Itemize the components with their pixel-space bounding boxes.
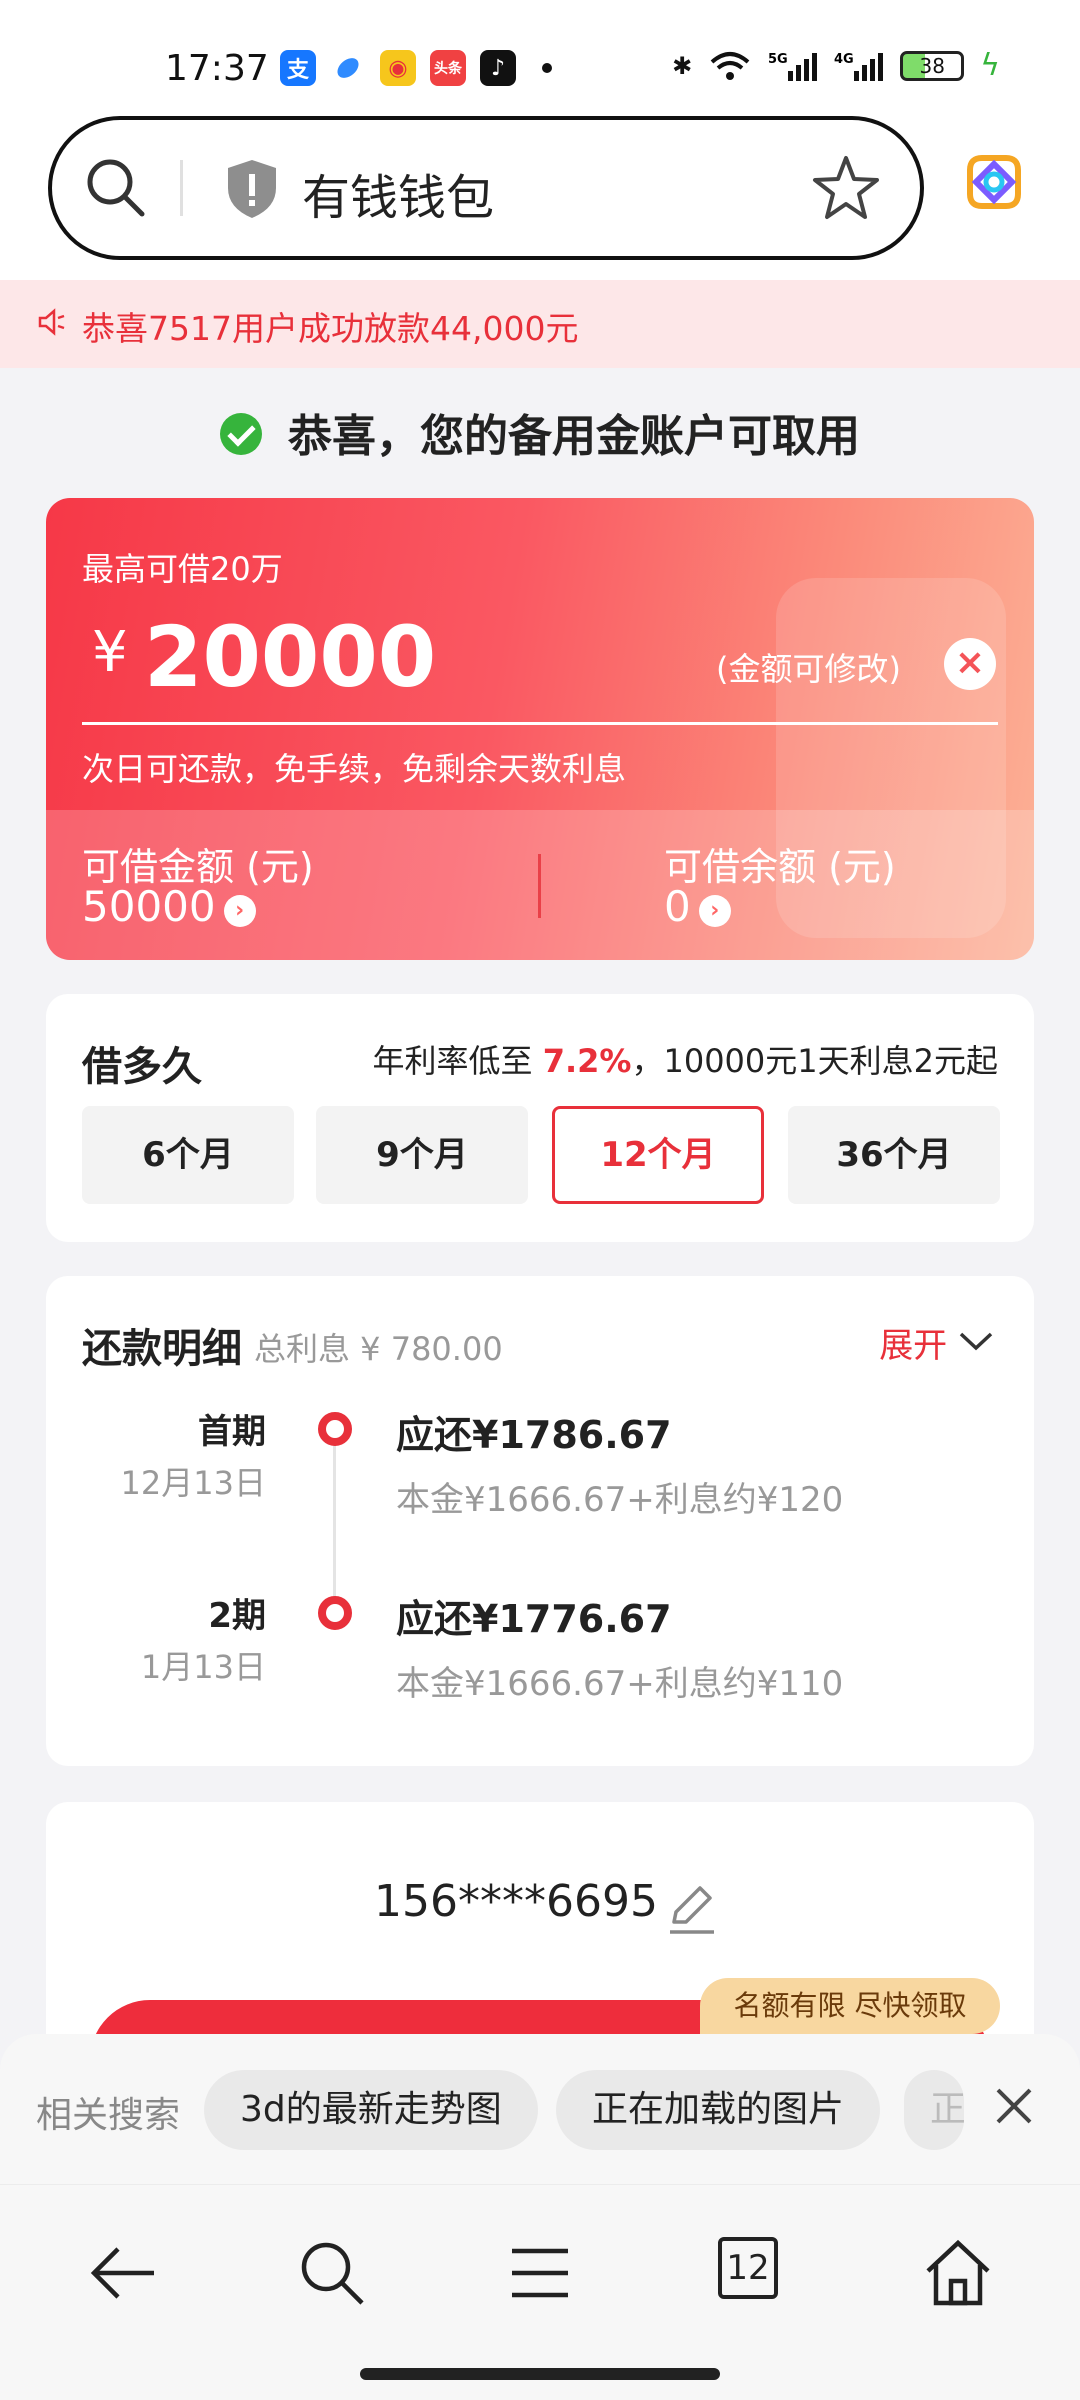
- repayment-details-card: 还款明细 总利息 ¥ 780.00 展开 首期 12月13日 应还¥1786.6…: [46, 1276, 1034, 1766]
- shield-icon[interactable]: [224, 158, 280, 220]
- loan-term-card: 借多久 年利率低至 7.2%，10000元1天利息2元起 6个月 9个月 12个…: [46, 994, 1034, 1242]
- browser-icon: [330, 50, 366, 86]
- app-logo-icon[interactable]: [962, 150, 1026, 214]
- available-amount-value[interactable]: 50000 ›: [82, 882, 256, 931]
- battery-icon: 38: [900, 50, 965, 81]
- loan-amount-input[interactable]: 20000: [144, 608, 436, 706]
- divider: [538, 854, 541, 918]
- status-time: 17:37: [165, 48, 269, 89]
- due-breakdown: 本金¥1666.67+利息约¥120: [396, 1480, 844, 1520]
- close-icon[interactable]: [990, 2082, 1038, 2130]
- related-search-chip[interactable]: 正: [904, 2070, 964, 2150]
- wifi-icon: [710, 51, 750, 80]
- address-bar[interactable]: 有钱钱包: [48, 116, 924, 260]
- period-label: 首期: [198, 1412, 266, 1452]
- chevron-right-icon[interactable]: ›: [223, 895, 256, 927]
- chevron-down-icon: [959, 1332, 993, 1351]
- loan-features: 次日可还款，免手续，免剩余天数利息: [82, 750, 627, 788]
- tiktok-icon: ♪: [480, 50, 516, 86]
- amount-underline: [82, 722, 998, 725]
- signal-5g-icon: 5G: [768, 52, 818, 81]
- due-amount: 应还¥1776.67: [396, 1597, 672, 1641]
- phone-number: 156****6695: [374, 1876, 658, 1927]
- edit-pen-icon[interactable]: [664, 1882, 718, 1936]
- amount-editable-hint: (金额可修改): [716, 650, 901, 688]
- signal-4g-icon: 4G: [834, 52, 884, 81]
- period-date: 1月13日: [140, 1648, 266, 1686]
- success-text: 恭喜，您的备用金账户可取用: [288, 411, 860, 462]
- term-option-9[interactable]: 9个月: [316, 1106, 528, 1204]
- total-interest: 总利息 ¥ 780.00: [254, 1330, 503, 1368]
- back-arrow-icon[interactable]: [88, 2237, 160, 2309]
- search-icon[interactable]: [84, 156, 148, 220]
- repayment-title: 还款明细: [82, 1326, 242, 1372]
- check-icon: [220, 413, 262, 455]
- currency-symbol: ¥: [92, 620, 128, 685]
- notice-text: 恭喜7517用户成功放款44,000元: [82, 309, 579, 348]
- related-search-chip[interactable]: 正在加载的图片: [556, 2070, 881, 2150]
- game-icon: ◉: [380, 50, 416, 86]
- speaker-icon: [38, 308, 65, 336]
- charging-icon: ϟ: [980, 48, 1000, 83]
- star-icon[interactable]: [812, 154, 880, 222]
- toutiao-icon: 头条: [430, 50, 466, 86]
- expand-button[interactable]: 展开: [879, 1318, 994, 1367]
- clear-amount-button[interactable]: ×: [944, 638, 996, 690]
- chevron-right-icon[interactable]: ›: [698, 895, 731, 927]
- svg-text:4G: 4G: [834, 52, 854, 67]
- notice-banner: 恭喜7517用户成功放款44,000元: [0, 280, 1080, 368]
- related-search-label: 相关搜索: [36, 2095, 181, 2136]
- success-message: 恭喜，您的备用金账户可取用: [0, 400, 1080, 464]
- rate-info: 年利率低至 7.2%，10000元1天利息2元起: [372, 1042, 998, 1080]
- due-amount: 应还¥1786.67: [396, 1413, 672, 1457]
- notification-dot: [542, 63, 552, 73]
- term-option-12-selected[interactable]: 12个月: [552, 1106, 764, 1204]
- limited-badge: 名额有限 尽快领取: [700, 1978, 1000, 2034]
- status-right: ✱ 5G 4G 38 ϟ: [672, 48, 1000, 83]
- bluetooth-icon: ✱: [672, 51, 693, 80]
- loan-amount-card: 最高可借20万 ¥ 20000 (金额可修改) × 次日可还款，免手续，免剩余天…: [46, 498, 1034, 960]
- due-breakdown: 本金¥1666.67+利息约¥110: [396, 1664, 844, 1704]
- related-search-chip[interactable]: 3d的最新走势图: [204, 2070, 538, 2150]
- timeline-node: [318, 1596, 352, 1630]
- home-icon[interactable]: [922, 2237, 994, 2309]
- home-indicator[interactable]: [360, 2368, 720, 2380]
- term-title: 借多久: [82, 1044, 202, 1090]
- alipay-icon: 支: [280, 50, 316, 86]
- period-label: 2期: [208, 1596, 266, 1636]
- timeline-node: [318, 1412, 352, 1446]
- period-date: 12月13日: [120, 1464, 266, 1502]
- divider: [180, 160, 183, 216]
- term-option-36[interactable]: 36个月: [788, 1106, 1000, 1204]
- svg-text:5G: 5G: [768, 52, 788, 67]
- status-app-icons: 支 ◉ 头条 ♪: [280, 50, 552, 86]
- max-limit-label: 最高可借20万: [82, 550, 283, 588]
- menu-icon[interactable]: [504, 2237, 576, 2309]
- tabs-count-button[interactable]: 12: [718, 2237, 778, 2299]
- term-option-6[interactable]: 6个月: [82, 1106, 294, 1204]
- balance-value[interactable]: 0 ›: [664, 882, 731, 931]
- related-search-bar: 相关搜索 3d的最新走势图 正在加载的图片 正: [0, 2034, 1080, 2184]
- page-title[interactable]: 有钱钱包: [302, 158, 494, 228]
- search-icon[interactable]: [296, 2237, 368, 2309]
